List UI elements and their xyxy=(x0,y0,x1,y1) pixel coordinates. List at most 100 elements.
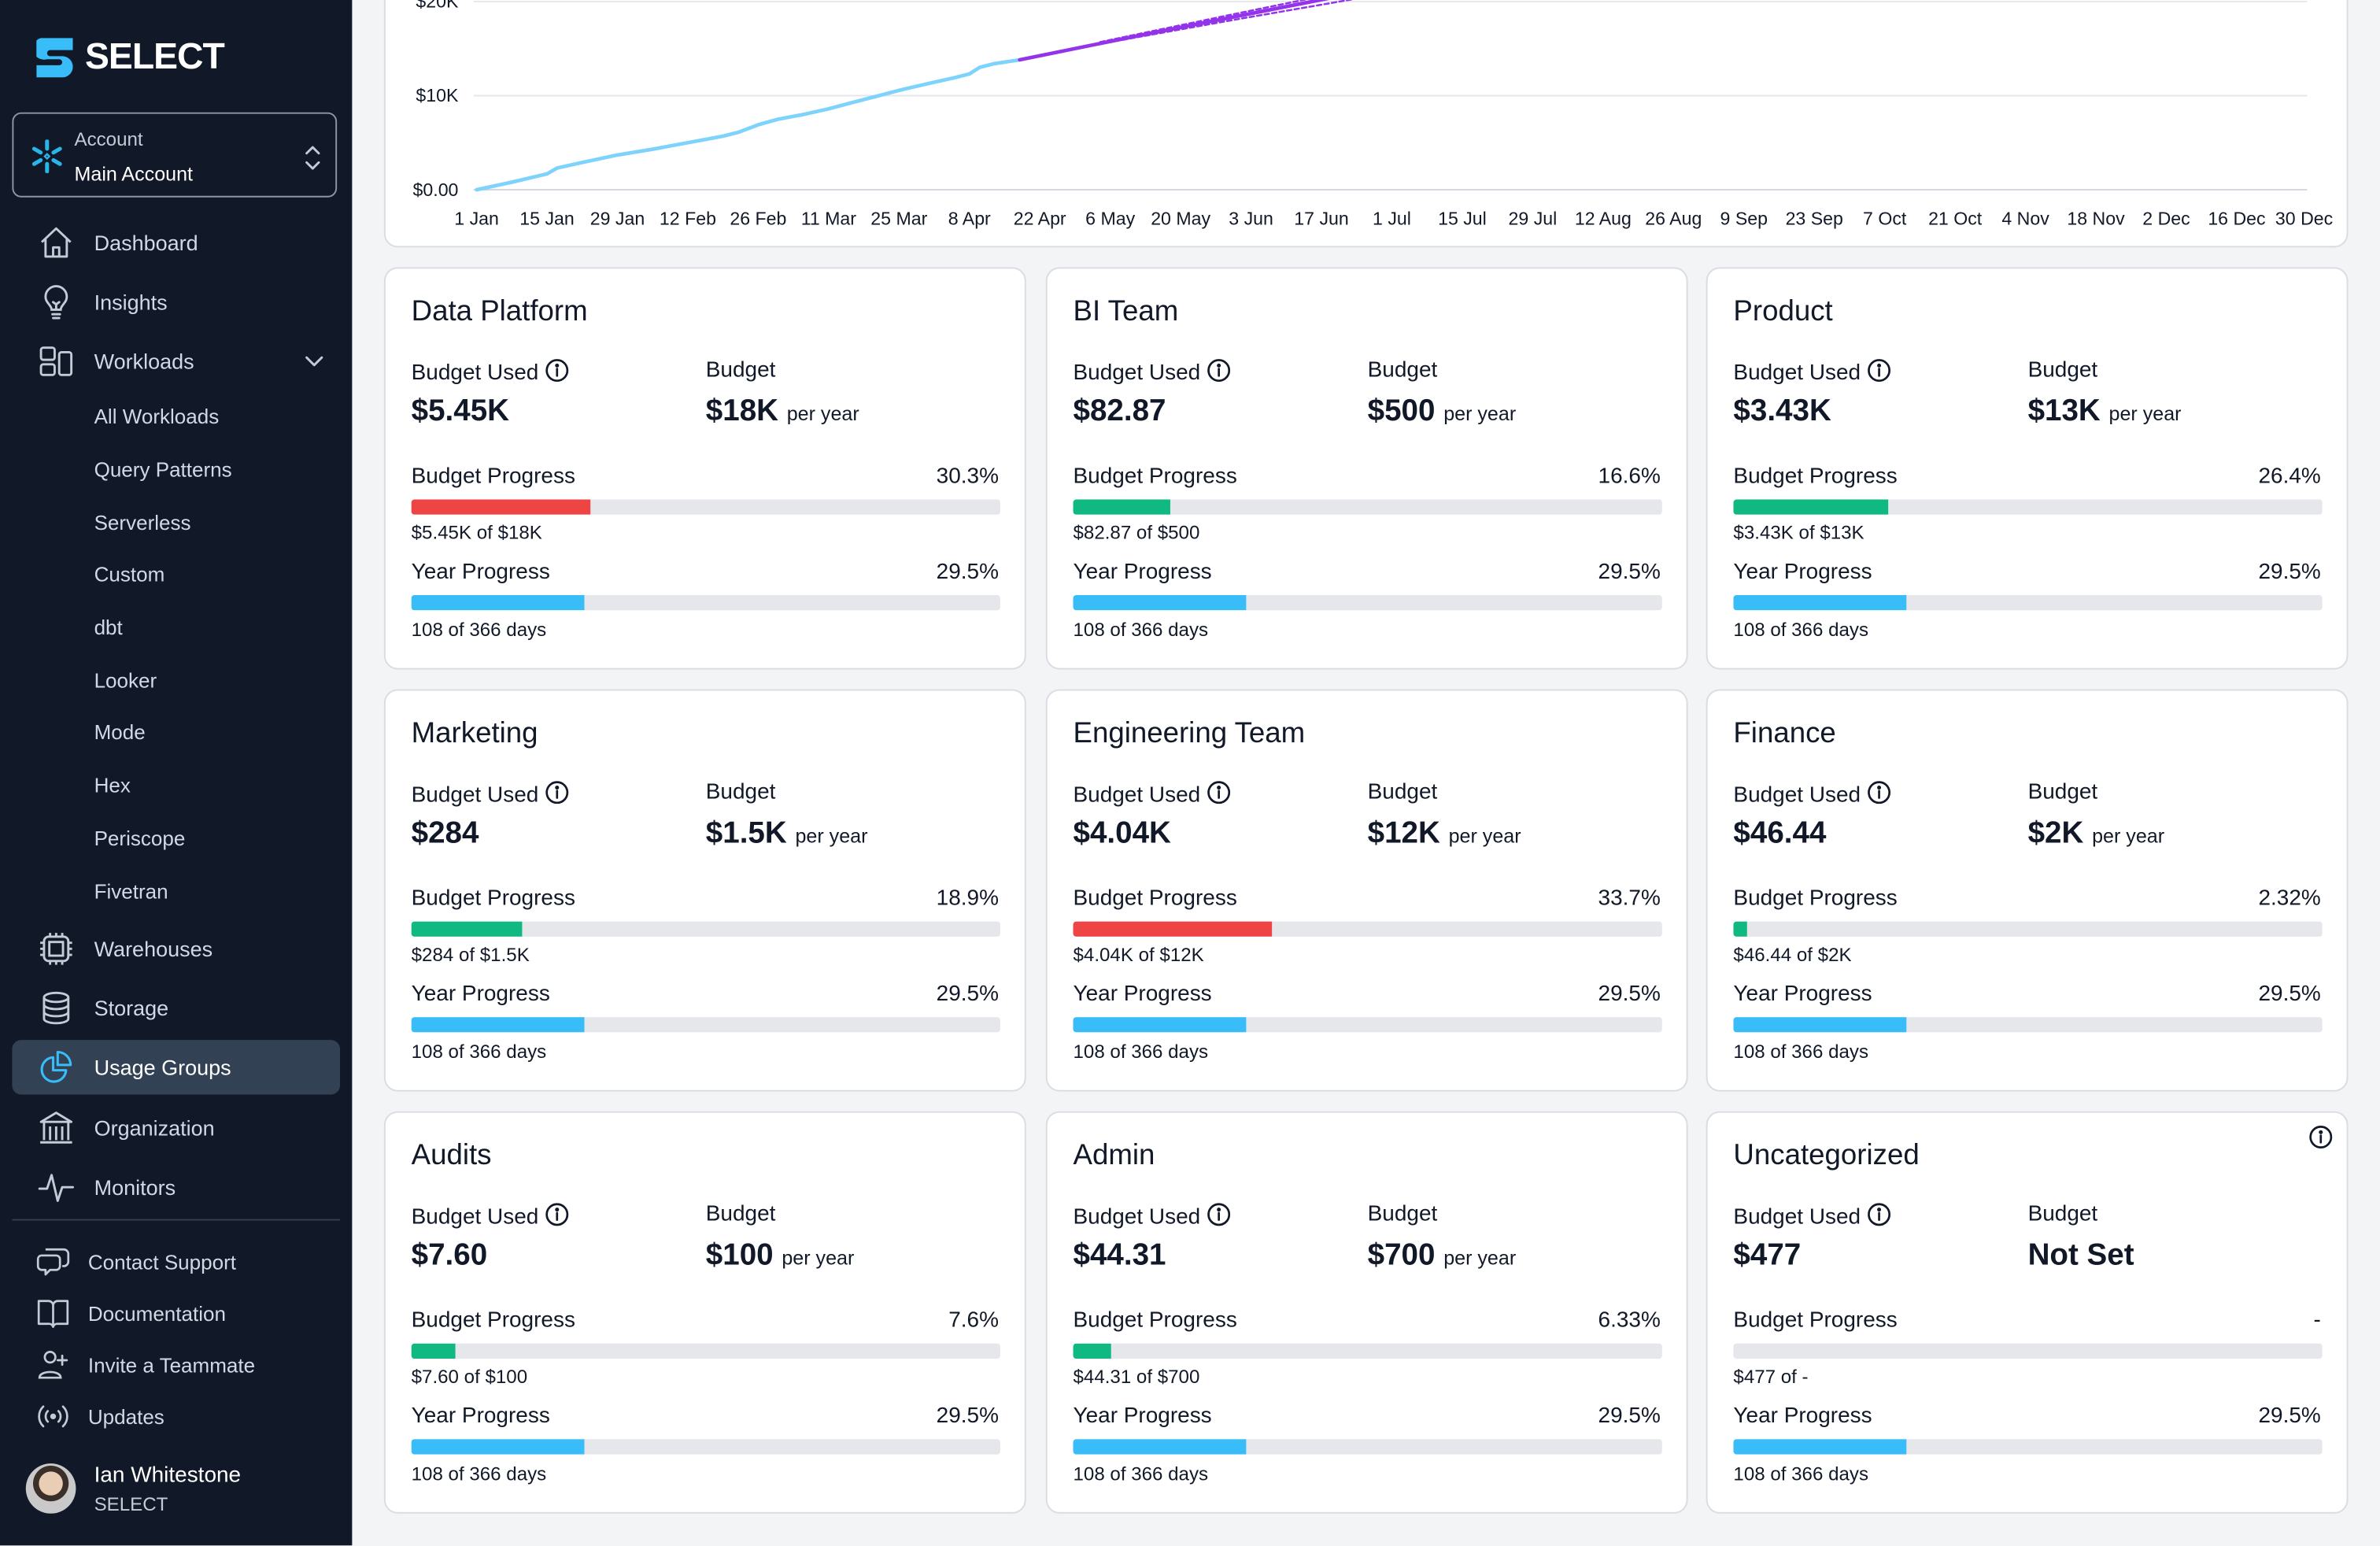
budget-label: Budget xyxy=(705,780,776,805)
usage-group-card-admin[interactable]: Admin Budget Used $44.31 Budget $700 per yea… xyxy=(1045,1111,1688,1514)
year-progress-bar xyxy=(411,1439,1000,1455)
sidebar-item-label: Workloads xyxy=(94,349,194,374)
usage-group-card-finance[interactable]: Finance Budget Used $46.44 Budget $2K per ye… xyxy=(1706,689,2349,1092)
year-progress-detail: 108 of 366 days xyxy=(411,619,547,641)
budget-progress-percent: 16.6% xyxy=(1598,464,1661,489)
usage-group-card-audits[interactable]: Audits Budget Used $7.60 Budget $100 per yea… xyxy=(383,1111,1026,1514)
budget-amount: $2K xyxy=(2027,816,2084,850)
x-tick-label: 25 Mar xyxy=(870,208,927,228)
x-tick-label: 26 Feb xyxy=(730,208,786,228)
x-tick-label: 16 Dec xyxy=(2208,208,2265,228)
sidebar-footer-updates[interactable]: Updates xyxy=(36,1400,164,1433)
sidebar-footer-invite-teammate[interactable]: Invite a Teammate xyxy=(36,1348,255,1381)
account-value: Main Account xyxy=(74,162,194,186)
year-progress-bar xyxy=(1073,1017,1662,1033)
info-icon[interactable] xyxy=(1867,780,1891,811)
sidebar-item-storage[interactable]: Storage xyxy=(12,981,340,1035)
usage-group-card-bi-team[interactable]: BI Team Budget Used $82.87 Budget $500 per y… xyxy=(1045,267,1688,670)
info-icon[interactable] xyxy=(1207,1202,1231,1233)
x-tick-label: 21 Oct xyxy=(1928,208,1983,228)
sidebar-sub-custom[interactable]: Custom xyxy=(94,563,165,586)
sidebar-item-monitors[interactable]: Monitors xyxy=(12,1160,340,1214)
y-tick-label: $10K xyxy=(416,85,459,105)
budget-amount: $12K xyxy=(1367,816,1440,850)
budget-progress-detail: $284 of $1.5K xyxy=(411,944,530,966)
usage-group-card-marketing[interactable]: Marketing Budget Used $284 Budget $1.5K per … xyxy=(383,689,1026,1092)
info-icon[interactable] xyxy=(545,358,569,389)
sidebar-item-organization[interactable]: Organization xyxy=(12,1100,340,1155)
chart-canvas: $0.00 $10K $20K 1 Jan 15 Jan 29 Jan 12 Feb 26 F… xyxy=(413,0,2333,228)
user-org: SELECT xyxy=(94,1493,168,1515)
year-progress-detail: 108 of 366 days xyxy=(411,1041,547,1063)
chevron-down-icon[interactable] xyxy=(304,350,325,372)
budget-value: $100 per year xyxy=(706,1239,855,1274)
budget-progress-fill xyxy=(411,1343,456,1359)
year-progress-label: Year Progress xyxy=(411,1404,550,1429)
sidebar-sub-looker[interactable]: Looker xyxy=(94,669,157,692)
info-icon[interactable] xyxy=(1867,358,1891,389)
usage-group-card-data-platform[interactable]: Data Platform Budget Used $5.45K Budget $18K… xyxy=(383,267,1026,670)
sidebar-footer-contact-support[interactable]: Contact Support xyxy=(36,1245,236,1278)
budget-used-label: Budget Used xyxy=(412,358,569,389)
chat-bubbles-icon xyxy=(36,1248,70,1276)
budget-label: Budget xyxy=(705,358,776,383)
usage-group-card-engineering-team[interactable]: Engineering Team Budget Used $4.04K Budget $… xyxy=(1045,689,1688,1092)
sidebar-sub-serverless[interactable]: Serverless xyxy=(94,512,191,534)
budget-progress-bar xyxy=(1073,1343,1662,1359)
sidebar-item-usage-groups[interactable]: Usage Groups xyxy=(12,1040,340,1095)
info-icon[interactable] xyxy=(1867,1202,1891,1233)
budget-label: Budget xyxy=(705,1202,776,1227)
logo[interactable]: SELECT xyxy=(36,36,225,79)
sidebar-sub-fivetran[interactable]: Fivetran xyxy=(94,881,168,904)
usage-group-card-uncategorized[interactable]: Uncategorized Budget Used $477 Budget Not Se… xyxy=(1706,1111,2349,1514)
sidebar-sub-all-workloads[interactable]: All Workloads xyxy=(94,405,220,428)
info-icon[interactable] xyxy=(1207,780,1231,811)
sidebar-item-workloads[interactable]: Workloads xyxy=(12,334,340,388)
budget-period: per year xyxy=(2092,824,2165,848)
year-progress-bar xyxy=(1073,1439,1662,1455)
select-logo-icon xyxy=(36,38,73,78)
sidebar-sub-periscope[interactable]: Periscope xyxy=(94,827,186,850)
budget-progress-percent: 2.32% xyxy=(2258,886,2321,912)
budget-progress-fill xyxy=(411,921,523,937)
year-progress-detail: 108 of 366 days xyxy=(1733,619,1869,641)
info-icon[interactable] xyxy=(545,780,569,811)
budget-progress-fill xyxy=(1073,499,1171,515)
year-progress-label: Year Progress xyxy=(411,982,550,1007)
series-line-actual-spend xyxy=(475,57,1022,192)
book-icon xyxy=(37,1300,69,1328)
group-name: Product xyxy=(1733,296,1833,328)
x-tick-label: 3 Jun xyxy=(1229,208,1273,228)
budget-used-label: Budget Used xyxy=(1073,1202,1230,1233)
series-line-forecast-lower xyxy=(1099,0,1354,45)
sidebar-sub-mode[interactable]: Mode xyxy=(94,721,146,744)
budget-label: Budget xyxy=(2027,780,2098,805)
sidebar-item-warehouses[interactable]: Warehouses xyxy=(12,922,340,976)
budget-progress-fill xyxy=(1073,921,1272,937)
sidebar-item-dashboard[interactable]: Dashboard xyxy=(12,216,340,270)
budget-period: per year xyxy=(2108,402,2182,425)
sidebar-sub-query-patterns[interactable]: Query Patterns xyxy=(94,458,232,481)
x-tick-label: 8 Apr xyxy=(948,208,991,228)
budget-period: per year xyxy=(795,824,868,848)
budget-label: Budget xyxy=(1367,1202,1438,1227)
budget-progress-percent: - xyxy=(2313,1308,2321,1333)
year-progress-detail: 108 of 366 days xyxy=(1733,1463,1869,1485)
info-icon[interactable] xyxy=(2308,1125,2333,1149)
sidebar-sub-dbt[interactable]: dbt xyxy=(94,616,123,639)
user-profile[interactable]: Ian Whitestone SELECT xyxy=(25,1463,330,1524)
sidebar-footer-documentation[interactable]: Documentation xyxy=(36,1296,226,1330)
sidebar-sub-hex[interactable]: Hex xyxy=(94,775,131,797)
budget-progress-detail: $44.31 of $700 xyxy=(1073,1366,1200,1388)
budget-period: per year xyxy=(1443,1246,1517,1270)
usage-group-card-product[interactable]: Product Budget Used $3.43K Budget $13K per y… xyxy=(1706,267,2349,670)
year-progress-label: Year Progress xyxy=(1733,982,1872,1007)
info-icon[interactable] xyxy=(1207,358,1231,389)
budget-progress-fill xyxy=(1073,1343,1111,1359)
budget-used-value: $7.60 xyxy=(411,1238,488,1273)
account-switcher[interactable]: Account Main Account xyxy=(12,112,338,198)
sidebar-item-insights[interactable]: Insights xyxy=(12,275,340,329)
year-progress-bar xyxy=(1733,594,2323,611)
year-progress-bar xyxy=(1733,1017,2323,1033)
info-icon[interactable] xyxy=(545,1202,569,1233)
